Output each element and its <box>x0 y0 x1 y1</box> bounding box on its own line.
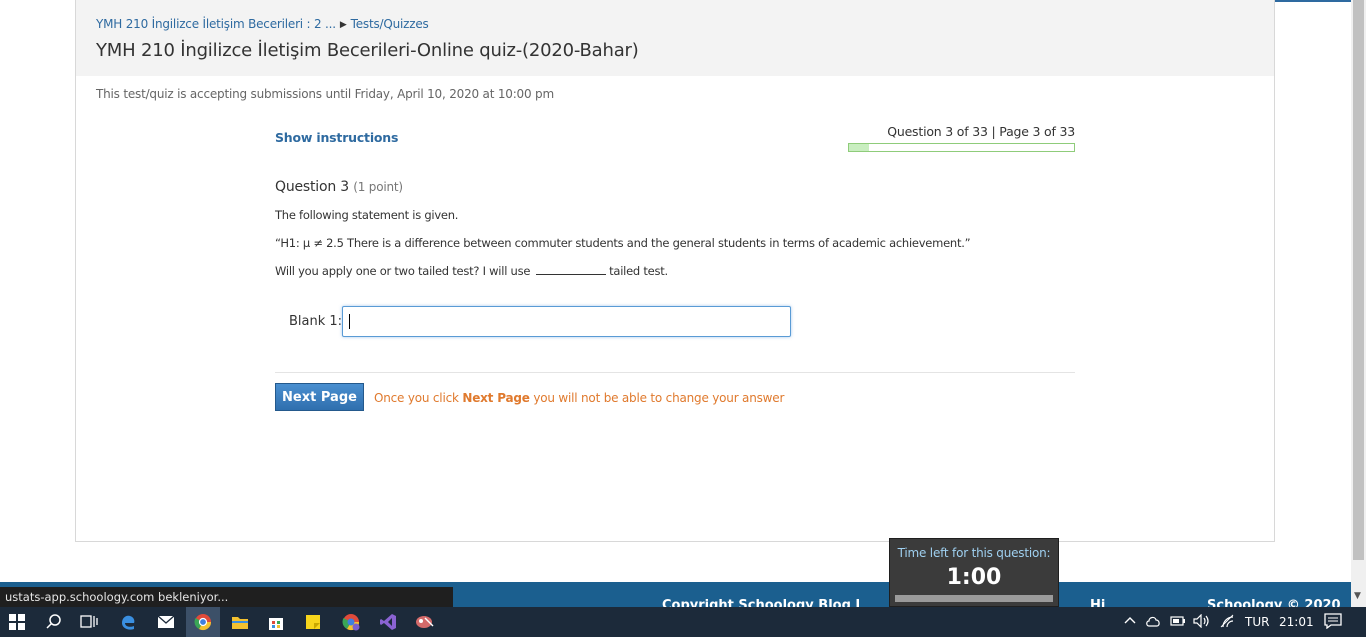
windows-taskbar: TUR 21:01 <box>0 607 1366 637</box>
next-page-warning: Once you click Next Page you will not be… <box>374 391 784 405</box>
question-line-3-before: Will you apply one or two tailed test? I… <box>275 264 531 278</box>
question-status: Question 3 of 33 | Page 3 of 33 <box>887 124 1075 139</box>
text-caret <box>349 314 350 329</box>
quiz-progress-bar <box>848 143 1075 152</box>
show-instructions-link[interactable]: Show instructions <box>275 130 398 145</box>
warning-text-before: Once you click <box>374 391 459 405</box>
timer-value: 1:00 <box>946 565 1002 590</box>
scrollbar-thumb[interactable] <box>1353 0 1364 560</box>
question-title: Question 3 <box>275 179 349 195</box>
cloud-sync-icon[interactable] <box>1145 615 1161 630</box>
question-text-line-3: Will you apply one or two tailed test? I… <box>275 264 668 278</box>
search-icon[interactable] <box>37 607 71 637</box>
blank-1-label: Blank 1: <box>289 314 343 329</box>
breadcrumb: YMH 210 İngilizce İletişim Becerileri : … <box>96 17 429 31</box>
chrome-icon[interactable] <box>186 607 220 637</box>
tray-overflow-chevron-icon[interactable] <box>1124 613 1136 630</box>
question-timer: Time left for this question: 1:00 <box>889 538 1059 607</box>
browser-status-bar: ustats-app.schoology.com bekleniyor... <box>0 587 453 607</box>
deadline-notice: This test/quiz is accepting submissions … <box>96 87 554 101</box>
battery-icon[interactable] <box>1170 615 1186 630</box>
footer-links[interactable]: Copyright Schoology Blog I <box>662 598 860 607</box>
timer-label: Time left for this question: <box>897 546 1051 560</box>
question-line-3-after: tailed test. <box>609 264 668 278</box>
sticky-notes-icon[interactable] <box>296 607 330 637</box>
warning-text-after: you will not be able to change your answ… <box>533 391 785 405</box>
question-heading: Question 3 (1 point) <box>275 179 403 195</box>
question-text-line-2: “H1: µ ≠ 2.5 There is a difference betwe… <box>275 236 971 250</box>
footer-language[interactable]: Hi <box>1090 598 1105 607</box>
chrome-profile-icon[interactable] <box>334 607 368 637</box>
input-language[interactable]: TUR <box>1245 615 1269 629</box>
clock[interactable]: 21:01 <box>1279 615 1314 629</box>
warning-text-bold: Next Page <box>462 391 530 405</box>
timer-bar <box>895 595 1053 602</box>
file-explorer-icon[interactable] <box>223 607 257 637</box>
question-text-line-1: The following statement is given. <box>275 208 459 222</box>
snipping-tool-icon[interactable] <box>408 607 442 637</box>
edge-browser-icon[interactable] <box>111 607 145 637</box>
wifi-icon[interactable] <box>1219 614 1235 631</box>
page-title: YMH 210 İngilizce İletişim Becerileri-On… <box>96 40 639 61</box>
fill-blank-underline <box>536 265 607 275</box>
breadcrumb-tests-link[interactable]: Tests/Quizzes <box>351 17 429 31</box>
volume-icon[interactable] <box>1193 613 1211 631</box>
footer-copyright: Schoology © 2020 <box>1207 598 1341 607</box>
task-view-icon[interactable] <box>72 607 106 637</box>
quiz-progress-fill <box>849 144 870 151</box>
action-center-icon[interactable] <box>1324 613 1342 632</box>
vertical-scrollbar[interactable]: ▼ <box>1351 0 1366 607</box>
question-points: (1 point) <box>353 180 403 194</box>
page-header: YMH 210 İngilizce İletişim Becerileri : … <box>76 0 1274 76</box>
divider <box>275 372 1075 373</box>
breadcrumb-separator-icon: ▶ <box>339 20 347 30</box>
start-windows-icon[interactable] <box>0 607 34 637</box>
breadcrumb-course-link[interactable]: YMH 210 İngilizce İletişim Becerileri : … <box>96 17 336 31</box>
scroll-down-arrow-icon[interactable]: ▼ <box>1354 591 1361 601</box>
blank-1-input[interactable] <box>342 306 791 337</box>
next-page-button[interactable]: Next Page <box>275 383 364 411</box>
page-frame: YMH 210 İngilizce İletişim Becerileri : … <box>75 0 1275 542</box>
mail-icon[interactable] <box>149 607 183 637</box>
store-icon[interactable] <box>259 607 293 637</box>
visual-studio-icon[interactable] <box>371 607 405 637</box>
